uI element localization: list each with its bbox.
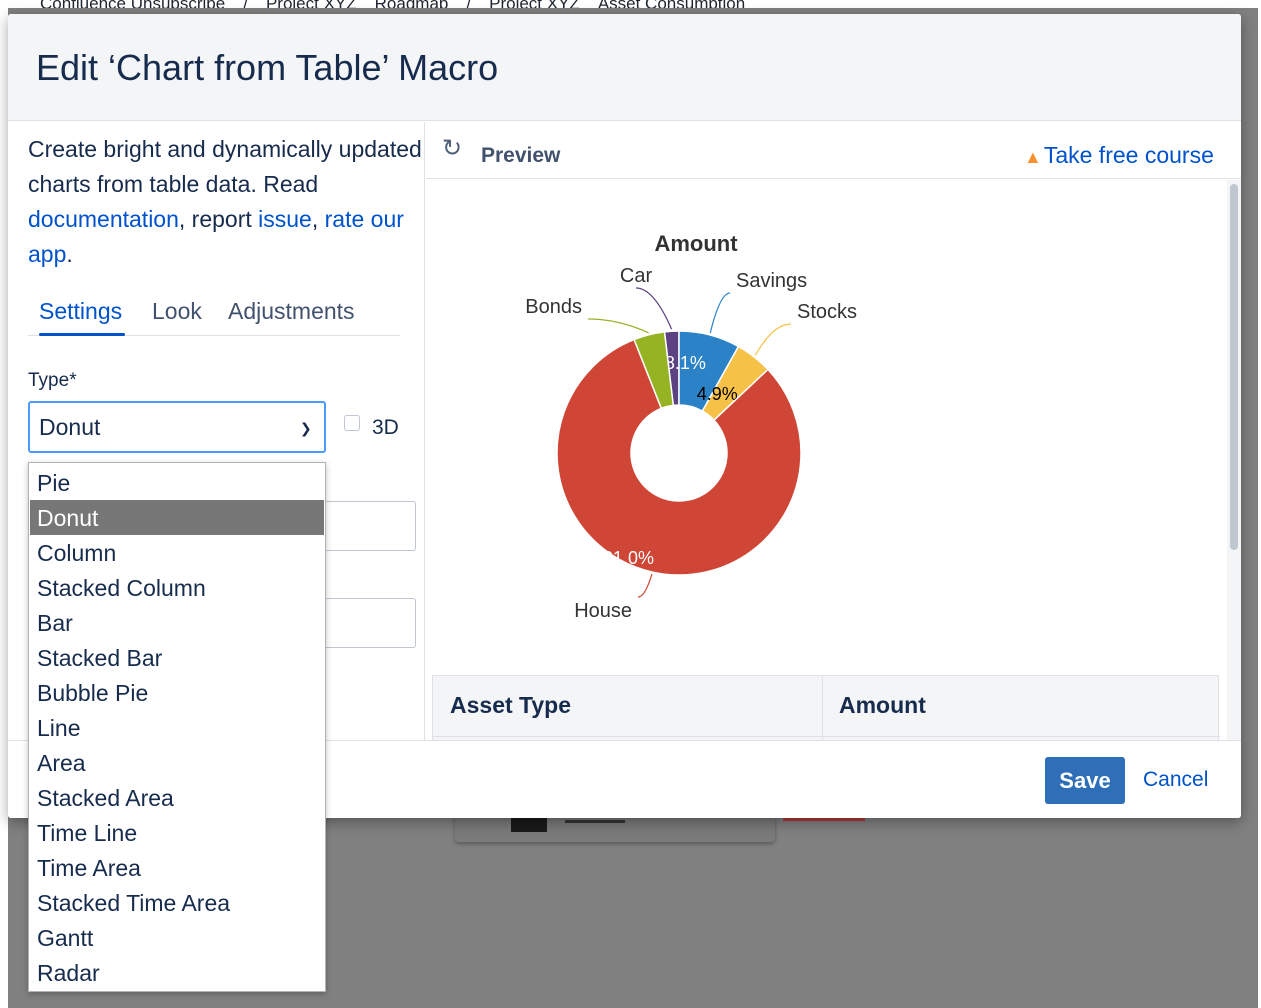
settings-input[interactable] <box>324 598 416 648</box>
connector-house <box>637 573 653 598</box>
type-option-donut[interactable]: Donut <box>30 500 324 535</box>
preview-scrollbar[interactable] <box>1227 180 1241 740</box>
type-option-time-area[interactable]: Time Area <box>30 850 324 885</box>
preview-header: ↻ Preview ▲Take free course <box>426 122 1241 179</box>
graduation-cap-icon: ▲ <box>1024 147 1042 167</box>
toolbar-button <box>511 818 547 832</box>
preview-label: Preview <box>481 144 561 167</box>
cancel-button[interactable]: Cancel <box>1143 768 1208 792</box>
scrollbar-thumb[interactable] <box>1230 184 1238 550</box>
type-select-value: Donut <box>39 414 101 440</box>
slice-label-savings: Savings <box>736 270 807 292</box>
row-divider <box>433 736 1220 737</box>
refresh-icon[interactable]: ↻ <box>442 134 462 163</box>
issue-link[interactable]: issue <box>258 206 312 232</box>
connector-car <box>635 287 673 330</box>
type-option-stacked-bar[interactable]: Stacked Bar <box>30 640 324 675</box>
type-option-stacked-column[interactable]: Stacked Column <box>30 570 324 605</box>
type-option-time-line[interactable]: Time Line <box>30 815 324 850</box>
connector-stocks <box>754 323 792 356</box>
column-divider <box>822 676 823 742</box>
settings-input[interactable] <box>324 501 416 551</box>
documentation-link[interactable]: documentation <box>28 206 179 232</box>
save-button[interactable]: Save <box>1045 757 1125 804</box>
type-option-column[interactable]: Column <box>30 535 324 570</box>
preview-panel: ↻ Preview ▲Take free course Amount Car Sav… <box>426 122 1241 742</box>
chart-title: Amount <box>654 231 738 256</box>
type-dropdown-list: Pie Donut Column Stacked Column Bar Stacked B… <box>28 462 326 992</box>
type-option-stacked-area[interactable]: Stacked Area <box>30 780 324 815</box>
data-table-header: Asset Type Amount <box>432 675 1220 742</box>
data-label-stocks: 4.9% <box>697 384 738 404</box>
intro-text: Create bright and dynamically updated ch… <box>28 136 422 267</box>
type-option-area[interactable]: Area <box>30 745 324 780</box>
type-option-bubble-pie[interactable]: Bubble Pie <box>30 675 324 710</box>
slice-label-house: House <box>574 600 632 622</box>
type-option-bar[interactable]: Bar <box>30 605 324 640</box>
column-header-asset-type: Asset Type <box>450 692 572 718</box>
column-header-amount: Amount <box>839 692 926 718</box>
connector-bonds <box>587 318 649 334</box>
settings-tabs: Settings Look Adjustments <box>28 296 400 336</box>
chevron-down-icon: ❯ <box>300 420 312 436</box>
type-select[interactable]: Donut ❯ <box>28 401 326 453</box>
dialog-header: Edit ‘Chart from Table’ Macro <box>8 14 1241 121</box>
type-label: Type* <box>28 370 77 391</box>
slice-label-stocks: Stocks <box>797 301 857 323</box>
connector-savings <box>709 292 731 334</box>
tab-look[interactable]: Look <box>152 298 202 325</box>
dialog-title: Edit ‘Chart from Table’ Macro <box>36 47 499 88</box>
slice-label-bonds: Bonds <box>525 296 582 318</box>
data-label-savings: 8.1% <box>665 353 706 373</box>
take-course-link[interactable]: ▲Take free course <box>1024 142 1214 169</box>
type-option-pie[interactable]: Pie <box>30 465 324 500</box>
type-option-stacked-time-area[interactable]: Stacked Time Area <box>30 885 324 920</box>
active-tab-indicator <box>39 333 125 336</box>
type-option-gantt[interactable]: Gantt <box>30 920 324 955</box>
tab-settings[interactable]: Settings <box>39 298 122 325</box>
slice-label-car: Car <box>620 265 653 287</box>
type-option-line[interactable]: Line <box>30 710 324 745</box>
tab-adjustments[interactable]: Adjustments <box>228 298 355 325</box>
3d-checkbox[interactable] <box>344 415 360 431</box>
donut-chart: AmountCar Savings 8.1% Stocks 4.9% House 81.0%… <box>525 231 857 622</box>
type-option-radar[interactable]: Radar <box>30 955 324 990</box>
data-label-house: 81.0% <box>603 548 654 568</box>
3d-checkbox-label: 3D <box>372 416 399 439</box>
highlight-underline <box>783 818 865 821</box>
toolbar-button <box>565 820 625 823</box>
